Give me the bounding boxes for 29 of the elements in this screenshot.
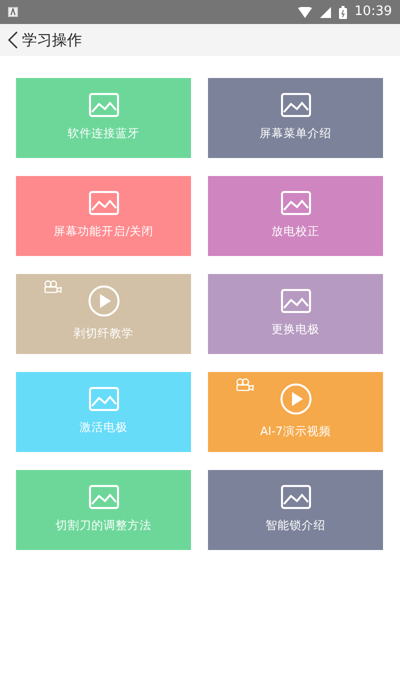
video-camera-icon — [236, 378, 254, 391]
back-icon[interactable] — [8, 31, 18, 49]
page-title: 学习操作 — [22, 30, 82, 51]
battery-icon — [338, 6, 347, 18]
play-icon — [280, 383, 312, 416]
image-icon — [280, 93, 310, 118]
notification-icon — [8, 7, 18, 17]
image-icon — [88, 387, 118, 412]
image-icon — [280, 289, 310, 314]
image-icon — [88, 485, 118, 510]
lesson-tile[interactable]: 屏幕菜单介绍 — [208, 78, 383, 158]
lesson-tile[interactable]: 切割刀的调整方法 — [16, 470, 191, 550]
play-icon — [88, 285, 120, 318]
lesson-tile[interactable]: 屏幕功能开启/关闭 — [16, 176, 191, 256]
image-icon — [88, 191, 118, 216]
image-icon — [280, 485, 310, 510]
image-icon — [280, 191, 310, 216]
lesson-tile[interactable]: 放电校正 — [208, 176, 383, 256]
video-camera-icon — [44, 280, 62, 293]
lesson-tile[interactable]: 软件连接蓝牙 — [16, 78, 191, 158]
lesson-tile[interactable]: AI-7演示视频 — [208, 372, 383, 452]
image-icon — [88, 93, 118, 118]
lesson-tile[interactable]: 智能锁介绍 — [208, 470, 383, 550]
clock: 10:39 — [354, 3, 392, 22]
lesson-tile[interactable]: 激活电极 — [16, 372, 191, 452]
lesson-tile[interactable]: 更换电极 — [208, 274, 383, 354]
lesson-tile[interactable]: 剥切纤教学 — [16, 274, 191, 354]
signal-icon — [320, 6, 331, 18]
wifi-icon — [298, 6, 312, 18]
